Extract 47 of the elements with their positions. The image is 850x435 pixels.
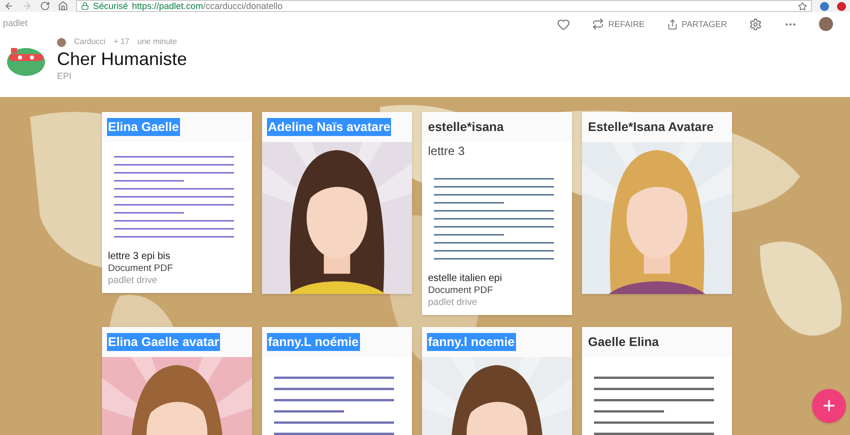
bookmark-icon[interactable] bbox=[798, 2, 807, 10]
attachment-source: padlet drive bbox=[108, 275, 158, 287]
settings-icon bbox=[749, 18, 762, 30]
share-icon bbox=[666, 18, 678, 30]
post-title: Elina Gaelle bbox=[107, 118, 180, 136]
board-title: Cher Humaniste bbox=[57, 48, 188, 70]
attachment-type: Document PDF bbox=[428, 285, 494, 297]
post-title: Elina Gaelle avatar bbox=[107, 332, 220, 352]
post-title: Gaelle Elina bbox=[587, 334, 660, 351]
board-subtitle: EPI bbox=[57, 70, 73, 83]
contributor-count: + 17 bbox=[114, 36, 130, 48]
attachment-source: padlet drive bbox=[428, 297, 478, 309]
remake-button[interactable]: REFAIRE bbox=[592, 18, 645, 30]
post-title: fanny.L noémie bbox=[267, 332, 360, 352]
post-card[interactable]: estelle*isana lettre 3 estelle italien epi Document PDF padlet drive bbox=[422, 112, 572, 315]
post-card[interactable]: fanny.L noémie bbox=[262, 327, 412, 435]
post-time: une minute bbox=[137, 36, 177, 48]
heart-icon bbox=[557, 18, 570, 30]
attachment-type: Document PDF bbox=[108, 263, 174, 275]
post-card[interactable]: Adeline Naïs avatare bbox=[262, 112, 412, 294]
post-title: fanny.l noemie bbox=[427, 332, 516, 352]
settings-button[interactable] bbox=[749, 18, 762, 30]
user-avatar[interactable] bbox=[819, 17, 833, 31]
attachment-name: estelle italien epi bbox=[428, 273, 503, 285]
post-card[interactable]: fanny.l noemie bbox=[422, 327, 572, 435]
attachment-name: lettre 3 epi bis bbox=[108, 251, 172, 263]
lock-icon bbox=[81, 2, 89, 10]
post-title: estelle*isana bbox=[427, 118, 505, 136]
address-bar[interactable]: Sécurisé https://padlet.com/ccarducci/donatello bbox=[76, 0, 812, 12]
home-icon[interactable] bbox=[58, 1, 68, 11]
repeat-icon bbox=[592, 18, 604, 30]
back-icon[interactable] bbox=[4, 1, 14, 11]
post-card[interactable]: Elina Gaelle avatar bbox=[102, 327, 252, 435]
author-avatar bbox=[57, 38, 66, 46]
post-title: Estelle*Isana Avatare bbox=[587, 118, 715, 136]
reload-icon[interactable] bbox=[40, 1, 50, 11]
url-text: https://padlet.com/ccarducci/donatello bbox=[132, 1, 283, 11]
share-button[interactable]: PARTAGER bbox=[666, 18, 727, 30]
post-title: Adeline Naïs avatare bbox=[267, 118, 392, 136]
post-card[interactable]: Estelle*Isana Avatare bbox=[582, 112, 732, 294]
post-subtitle: lettre 3 bbox=[427, 143, 466, 160]
app-logo[interactable]: padlet bbox=[3, 17, 28, 31]
author-name[interactable]: Carducci bbox=[74, 36, 106, 48]
like-button[interactable] bbox=[557, 18, 570, 30]
secure-label: Sécurisé bbox=[93, 1, 128, 11]
post-card[interactable]: Gaelle Elina bbox=[582, 327, 732, 435]
post-card[interactable]: Elina Gaelle lettre 3 epi bis Document PDF padlet drive bbox=[102, 112, 252, 293]
